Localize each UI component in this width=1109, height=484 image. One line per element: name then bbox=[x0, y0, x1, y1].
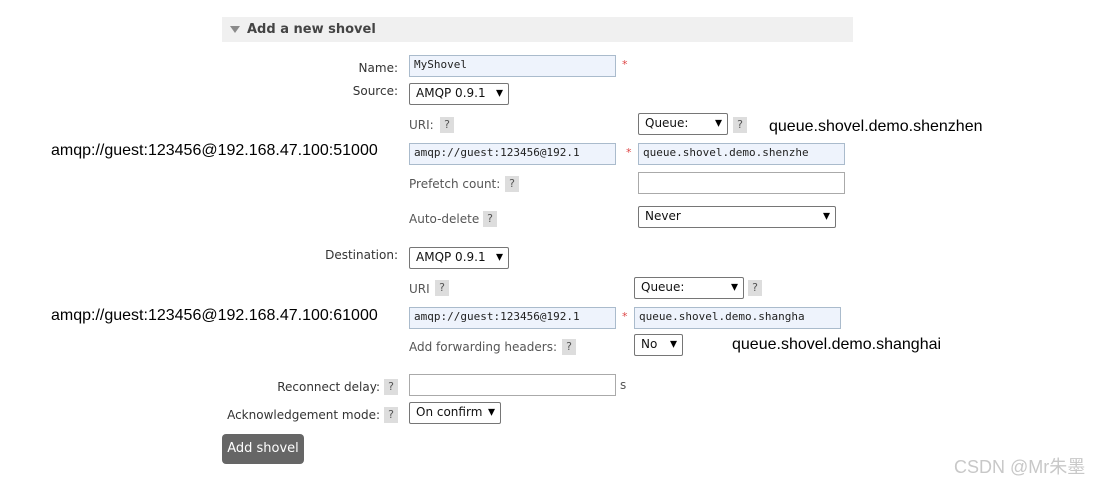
destination-uri-help-icon[interactable]: ? bbox=[435, 280, 449, 296]
source-uri-input[interactable]: amqp://guest:123456@192.1 bbox=[409, 143, 616, 165]
section-header[interactable]: Add a new shovel bbox=[222, 17, 853, 42]
source-type-select[interactable]: Queue: bbox=[638, 113, 728, 135]
reconnect-delay-input[interactable] bbox=[409, 374, 616, 396]
destination-queue-input[interactable]: queue.shovel.demo.shangha bbox=[634, 307, 841, 329]
destination-uri-input[interactable]: amqp://guest:123456@192.1 bbox=[409, 307, 616, 329]
destination-uri-label: URI bbox=[409, 282, 430, 296]
source-uri-label: URI: bbox=[409, 118, 434, 132]
source-uri-annotation: amqp://guest:123456@192.168.47.100:51000 bbox=[51, 142, 378, 159]
prefetch-help-icon[interactable]: ? bbox=[505, 176, 519, 192]
forwarding-headers-select[interactable]: No bbox=[634, 334, 683, 356]
source-protocol-select[interactable]: AMQP 0.9.1 bbox=[409, 83, 509, 105]
reconnect-delay-unit: s bbox=[620, 378, 627, 392]
destination-queue-annotation: queue.shovel.demo.shanghai bbox=[732, 336, 942, 353]
source-queue-input[interactable]: queue.shovel.demo.shenzhe bbox=[638, 143, 845, 165]
reconnect-delay-label: Reconnect delay: bbox=[277, 380, 380, 394]
prefetch-count-input[interactable] bbox=[638, 172, 845, 194]
destination-type-help-icon[interactable]: ? bbox=[748, 280, 762, 296]
ack-mode-help-icon[interactable]: ? bbox=[384, 407, 398, 423]
add-shovel-button[interactable]: Add shovel bbox=[222, 434, 304, 464]
source-type-help-icon[interactable]: ? bbox=[733, 117, 747, 133]
destination-protocol-select[interactable]: AMQP 0.9.1 bbox=[409, 247, 509, 269]
ack-mode-label: Acknowledgement mode: bbox=[227, 408, 380, 422]
forwarding-headers-label: Add forwarding headers: bbox=[409, 340, 557, 354]
source-queue-annotation: queue.shovel.demo.shenzhen bbox=[769, 118, 983, 135]
source-label: Source: bbox=[352, 84, 398, 98]
destination-uri-annotation: amqp://guest:123456@192.168.47.100:61000 bbox=[51, 307, 378, 324]
source-uri-required-mark: * bbox=[626, 146, 632, 159]
auto-delete-select[interactable]: Never bbox=[638, 206, 836, 228]
auto-delete-label: Auto-delete bbox=[409, 212, 480, 226]
name-required-mark: * bbox=[622, 58, 628, 71]
section-title: Add a new shovel bbox=[247, 22, 376, 37]
forwarding-headers-help-icon[interactable]: ? bbox=[562, 339, 576, 355]
destination-uri-required-mark: * bbox=[622, 310, 628, 323]
source-uri-help-icon[interactable]: ? bbox=[440, 117, 454, 133]
ack-mode-select[interactable]: On confirm bbox=[409, 402, 501, 424]
watermark: CSDN @Mr朱墨 bbox=[954, 457, 1086, 477]
auto-delete-help-icon[interactable]: ? bbox=[483, 211, 497, 227]
name-label: Name: bbox=[358, 61, 398, 75]
destination-type-select[interactable]: Queue: bbox=[634, 277, 744, 299]
reconnect-delay-help-icon[interactable]: ? bbox=[384, 379, 398, 395]
name-input[interactable]: MyShovel bbox=[409, 55, 616, 77]
prefetch-count-label: Prefetch count: bbox=[409, 177, 501, 191]
collapse-triangle-icon[interactable] bbox=[230, 26, 240, 33]
destination-label: Destination: bbox=[325, 248, 398, 262]
